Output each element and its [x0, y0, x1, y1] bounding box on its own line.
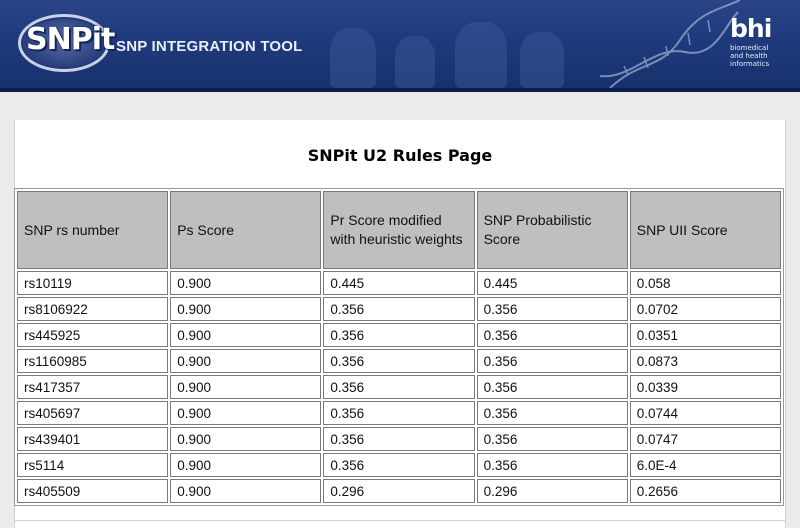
table-row: rs417357 0.900 0.356 0.356 0.0339 [17, 375, 781, 399]
header-banner: SNPit SNP INTEGRATION TOOL bhi biomedica… [0, 0, 800, 92]
cell-snp-rs-number: rs5114 [17, 453, 169, 477]
bhi-logo[interactable]: bhi [730, 14, 772, 43]
banner-silhouette-decoration [455, 22, 507, 88]
table-row: rs439401 0.900 0.356 0.356 0.0747 [17, 427, 781, 451]
column-header-uii-score: SNP UII Score [629, 191, 781, 269]
cell-pr-score: 0.356 [323, 375, 475, 399]
cell-pr-score: 0.356 [323, 401, 475, 425]
cell-probabilistic-score: 0.356 [476, 427, 628, 451]
cell-uii-score: 0.0351 [629, 323, 781, 347]
bhi-subtitle-line: biomedical [730, 44, 769, 52]
bhi-subtitle-line: and health [730, 52, 768, 60]
banner-silhouette-decoration [330, 28, 376, 88]
cell-pr-score: 0.356 [323, 323, 475, 347]
cell-uii-score: 0.0339 [629, 375, 781, 399]
cell-probabilistic-score: 0.356 [476, 349, 628, 373]
cell-probabilistic-score: 0.356 [476, 375, 628, 399]
cell-ps-score: 0.900 [170, 323, 322, 347]
cell-uii-score: 0.0702 [629, 297, 781, 321]
table-row: rs405509 0.900 0.296 0.296 0.2656 [17, 479, 781, 503]
table-row: rs405697 0.900 0.356 0.356 0.0744 [17, 401, 781, 425]
cell-probabilistic-score: 0.356 [476, 297, 628, 321]
table-row: rs8106922 0.900 0.356 0.356 0.0702 [17, 297, 781, 321]
cell-snp-rs-number: rs405509 [17, 479, 169, 503]
cell-pr-score: 0.445 [323, 271, 475, 295]
page-title: SNPit U2 Rules Page [307, 146, 493, 165]
bhi-subtitle: biomedical and health informatics [730, 44, 800, 68]
cell-ps-score: 0.900 [170, 479, 322, 503]
cell-pr-score: 0.356 [323, 297, 475, 321]
cell-probabilistic-score: 0.356 [476, 453, 628, 477]
banner-silhouette-decoration [520, 32, 564, 88]
cell-ps-score: 0.900 [170, 271, 322, 295]
table-row: rs5114 0.900 0.356 0.356 6.0E-4 [17, 453, 781, 477]
cell-pr-score: 0.356 [323, 453, 475, 477]
cell-snp-rs-number: rs417357 [17, 375, 169, 399]
banner-silhouette-decoration [395, 36, 435, 88]
cell-snp-rs-number: rs439401 [17, 427, 169, 451]
table-header-row: SNP rs number Ps Score Pr Score modified… [17, 191, 781, 269]
cell-uii-score: 6.0E-4 [629, 453, 781, 477]
snpit-logo-text: SNPit [26, 22, 115, 57]
cell-probabilistic-score: 0.445 [476, 271, 628, 295]
cell-ps-score: 0.900 [170, 427, 322, 451]
cell-uii-score: 0.0747 [629, 427, 781, 451]
column-header-ps-score: Ps Score [170, 191, 322, 269]
cell-ps-score: 0.900 [170, 453, 322, 477]
cell-pr-score: 0.356 [323, 349, 475, 373]
cell-snp-rs-number: rs445925 [17, 323, 169, 347]
panel-bottom-divider [14, 520, 786, 521]
table-row: rs10119 0.900 0.445 0.445 0.058 [17, 271, 781, 295]
column-header-pr-score: Pr Score modified with heuristic weights [323, 191, 475, 269]
cell-ps-score: 0.900 [170, 375, 322, 399]
cell-probabilistic-score: 0.356 [476, 401, 628, 425]
cell-ps-score: 0.900 [170, 297, 322, 321]
column-header-snp-rs-number: SNP rs number [17, 191, 169, 269]
table-row: rs1160985 0.900 0.356 0.356 0.0873 [17, 349, 781, 373]
cell-uii-score: 0.058 [629, 271, 781, 295]
table-row: rs445925 0.900 0.356 0.356 0.0351 [17, 323, 781, 347]
cell-snp-rs-number: rs1160985 [17, 349, 169, 373]
column-header-probabilistic-score: SNP Probabilistic Score [476, 191, 628, 269]
cell-snp-rs-number: rs10119 [17, 271, 169, 295]
cell-pr-score: 0.296 [323, 479, 475, 503]
cell-uii-score: 0.0873 [629, 349, 781, 373]
tool-title: SNP INTEGRATION TOOL [116, 38, 303, 55]
bhi-subtitle-line: informatics [730, 60, 770, 68]
cell-uii-score: 0.0744 [629, 401, 781, 425]
cell-snp-rs-number: rs405697 [17, 401, 169, 425]
dna-helix-icon [600, 0, 740, 88]
cell-probabilistic-score: 0.296 [476, 479, 628, 503]
cell-snp-rs-number: rs8106922 [17, 297, 169, 321]
cell-ps-score: 0.900 [170, 349, 322, 373]
cell-ps-score: 0.900 [170, 401, 322, 425]
cell-probabilistic-score: 0.356 [476, 323, 628, 347]
rules-table: SNP rs number Ps Score Pr Score modified… [14, 188, 784, 506]
cell-uii-score: 0.2656 [629, 479, 781, 503]
cell-pr-score: 0.356 [323, 427, 475, 451]
